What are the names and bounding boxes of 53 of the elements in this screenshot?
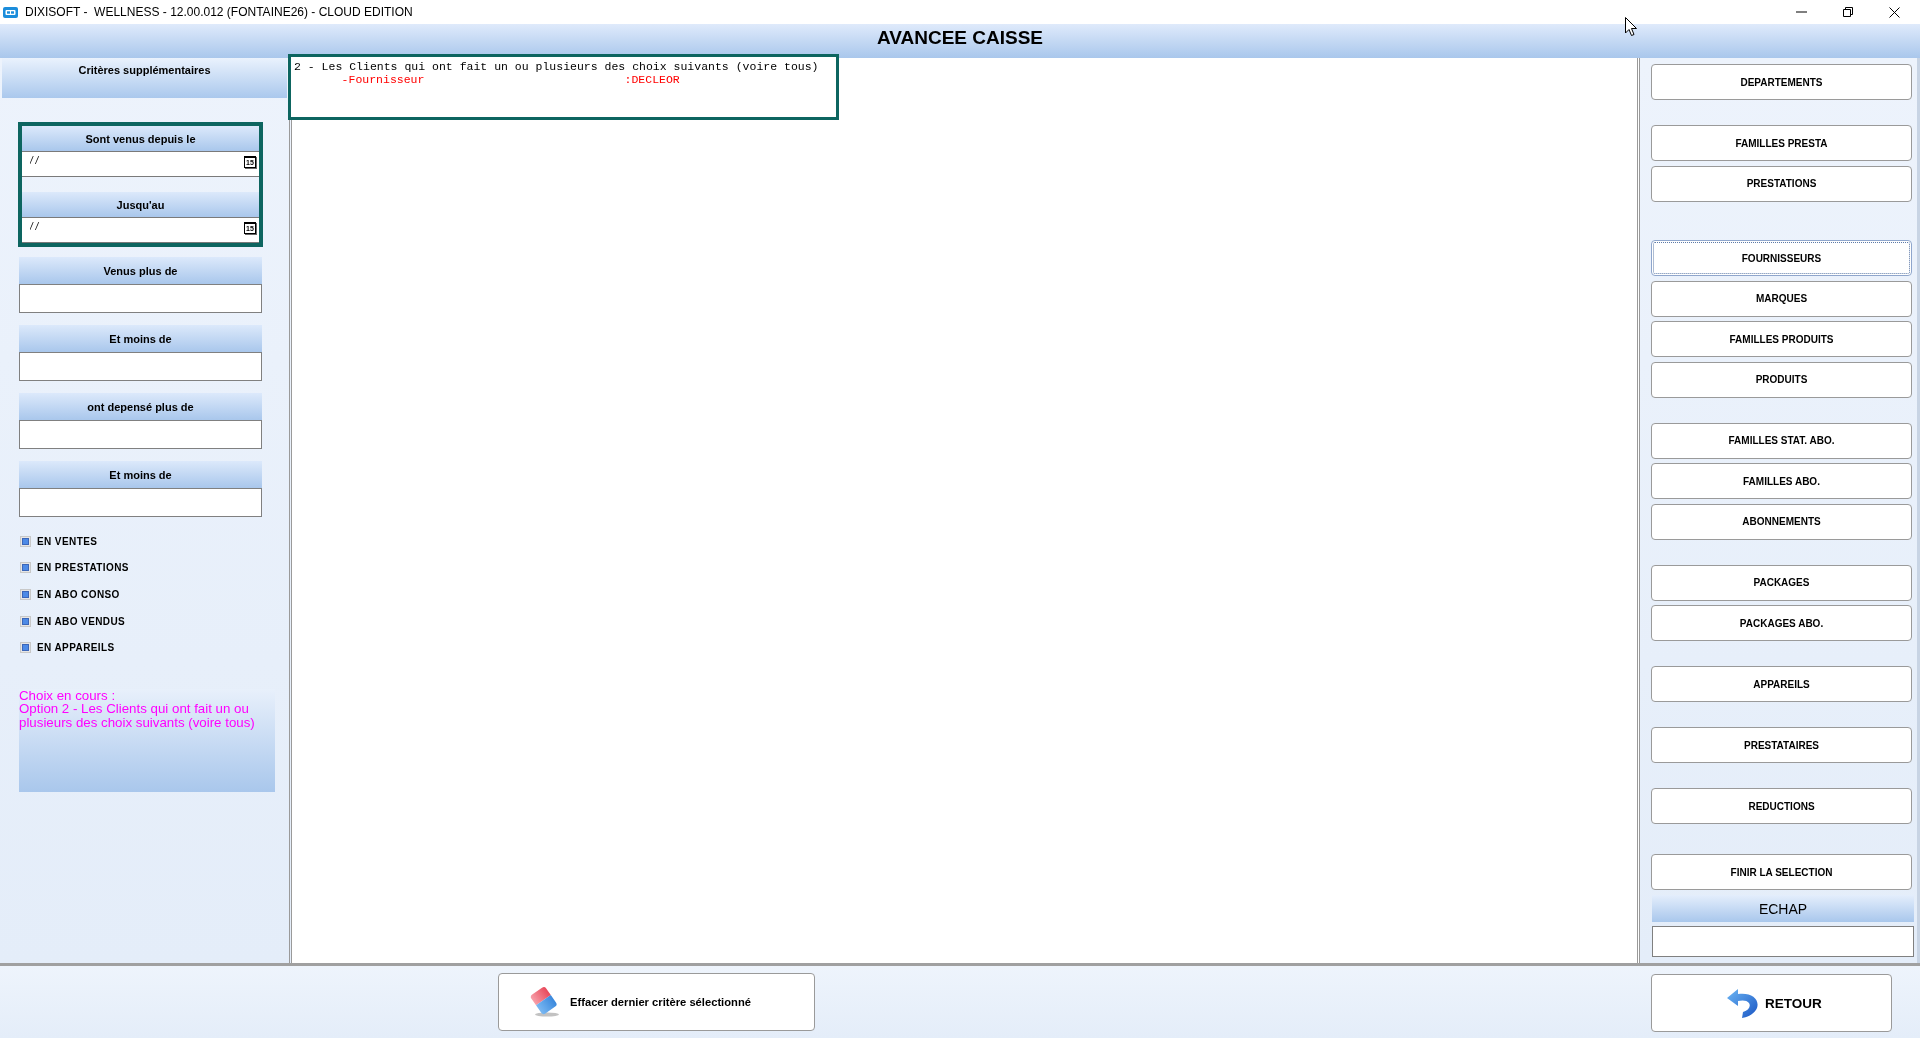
checkbox-label: EN APPAREILS [37, 642, 115, 654]
category-button[interactable]: PRODUITS [1651, 361, 1912, 398]
checkbox[interactable] [20, 615, 31, 627]
category-button[interactable]: FINIR LA SELECTION [1651, 854, 1912, 890]
category-button[interactable]: PACKAGES ABO. [1651, 605, 1912, 641]
category-button[interactable]: MARQUES [1651, 280, 1912, 317]
field-label: Jusqu'au [116, 198, 165, 211]
checkbox[interactable] [20, 562, 31, 574]
checkbox[interactable] [20, 535, 31, 547]
checkbox[interactable] [20, 642, 31, 654]
category-button[interactable]: PRESTATIONS [1651, 165, 1912, 202]
app-icon [3, 6, 18, 18]
current-choice-label: Choix en cours : [19, 688, 117, 703]
screen-title: AVANCEE CAISSE [876, 27, 1044, 49]
category-button[interactable]: DEPARTEMENTS [1651, 64, 1912, 100]
close-icon[interactable] [1889, 6, 1900, 18]
clear-criterion-button[interactable]: Effacer dernier critère sélectionné [498, 973, 815, 1031]
summary-heading: 2 - Les Clients qui ont fait un ou plusieurs des choix suivants (voire tous) [294, 60, 820, 73]
category-button[interactable]: PACKAGES [1651, 564, 1912, 601]
checkbox-label: EN ABO VENDUS [37, 615, 126, 627]
category-button[interactable]: FOURNISSEURS [1651, 240, 1912, 276]
category-button[interactable]: FAMILLES ABO. [1651, 463, 1912, 499]
category-button[interactable]: FAMILLES PRODUITS [1651, 321, 1912, 357]
checkbox-label: EN ABO CONSO [37, 589, 120, 600]
panel-title: Critères supplémentaires [78, 64, 211, 78]
checkbox-label: EN VENTES [37, 535, 98, 547]
category-button[interactable]: FAMILLES STAT. ABO. [1651, 422, 1912, 459]
current-choice-text: Option 2 - Les Clients qui ont fait un ou plusieurs des choix suivants (voire tous) [19, 702, 256, 730]
category-button[interactable]: APPAREILS [1651, 666, 1912, 702]
input-field[interactable] [19, 488, 262, 517]
category-button[interactable]: REDUCTIONS [1651, 788, 1912, 824]
checkbox-label: EN PRESTATIONS [37, 562, 129, 574]
category-button[interactable]: FAMILLES PRESTA [1651, 125, 1912, 161]
window-title: DIXISOFT - WELLNESS - 12.00.012 (FONTAINE26) - CLOUD EDITION [25, 5, 413, 19]
escape-label: ECHAP [1758, 900, 1808, 917]
input-field[interactable] [19, 284, 262, 313]
curved-arrow-icon [1727, 988, 1760, 1018]
criterion-value: :DECLEOR [624, 73, 680, 86]
checkbox[interactable] [20, 589, 31, 600]
field-label: Venus plus de [103, 264, 178, 277]
field-label: Sont venus depuis le [85, 132, 196, 145]
field-label: Et moins de [109, 468, 172, 481]
input-field[interactable] [19, 420, 262, 449]
eraser-icon [528, 987, 561, 1017]
back-button[interactable]: RETOUR [1651, 974, 1892, 1032]
input-field[interactable] [19, 352, 262, 381]
field-label: ont depensé plus de [87, 400, 194, 413]
criterion-label: -Fournisseur [341, 73, 426, 86]
restore-icon[interactable] [1843, 7, 1853, 17]
category-button[interactable]: PRESTATAIRES [1651, 727, 1912, 763]
category-button[interactable]: ABONNEMENTS [1651, 503, 1912, 540]
input-field[interactable] [1652, 926, 1914, 957]
field-label: Et moins de [109, 332, 172, 345]
